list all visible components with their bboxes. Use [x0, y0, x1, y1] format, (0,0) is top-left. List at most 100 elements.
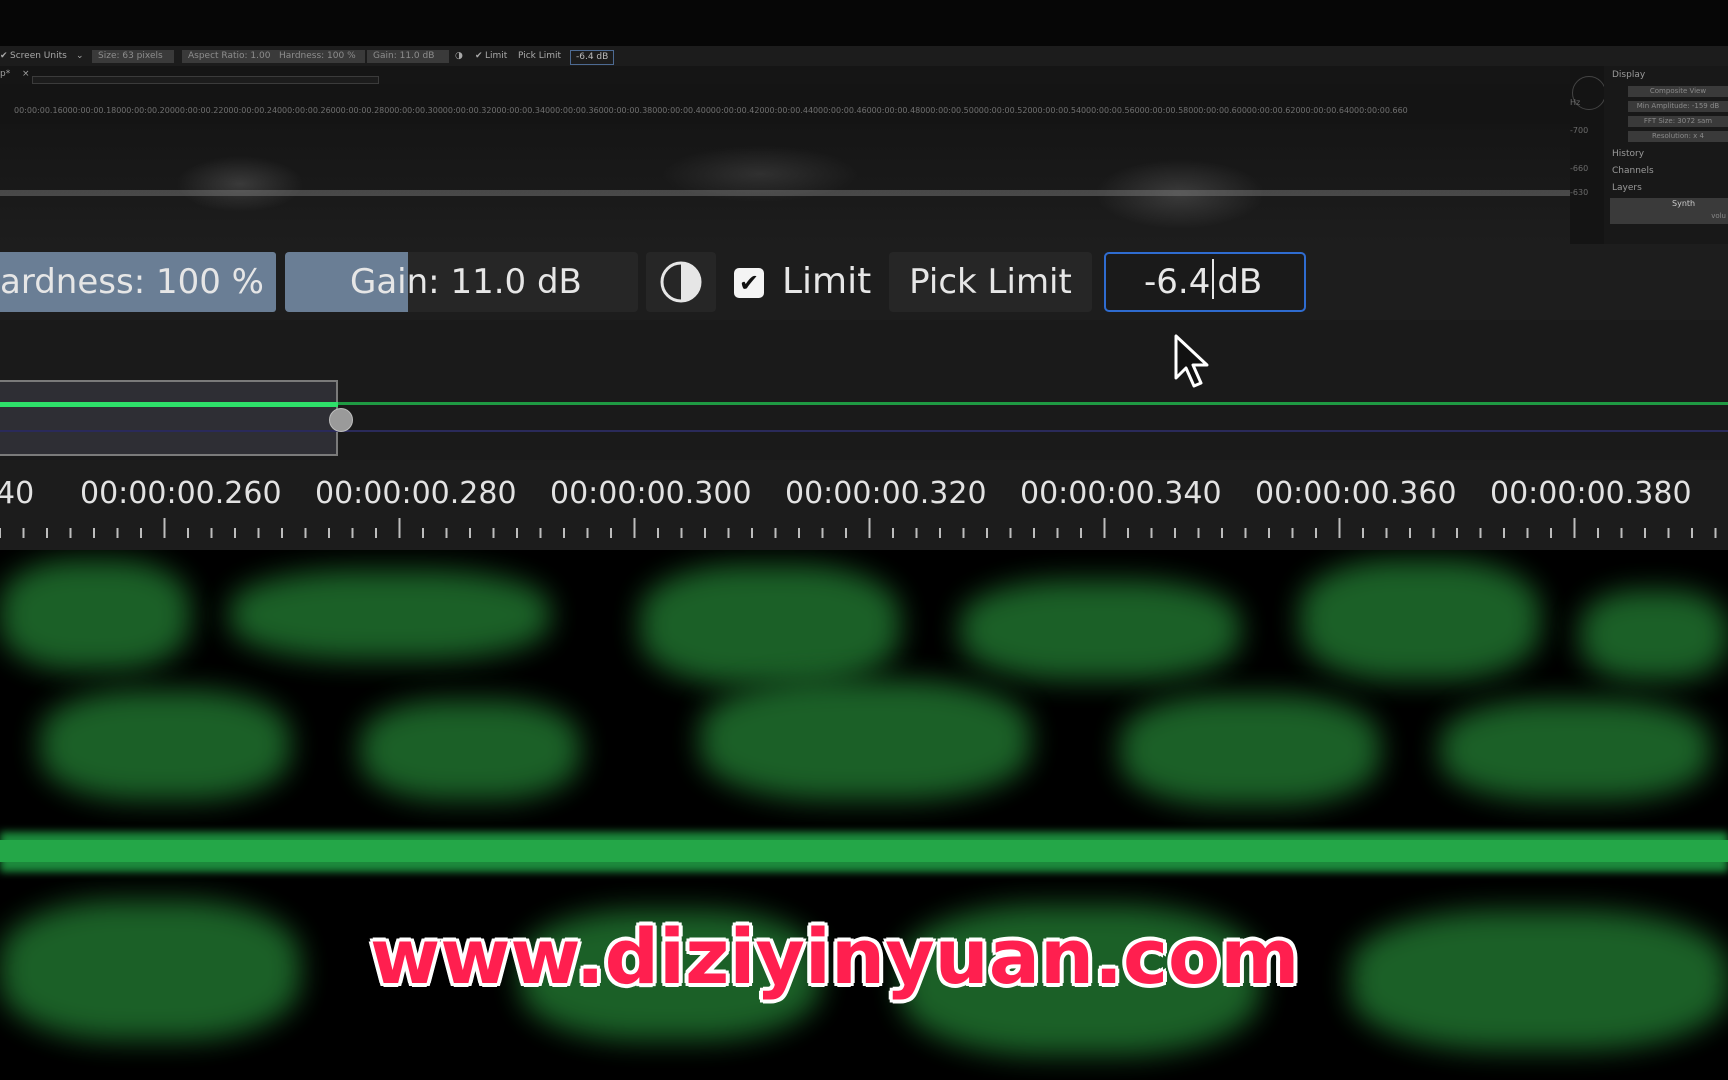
mini-invert-icon[interactable]: ◑	[455, 50, 463, 63]
clip-region[interactable]	[0, 380, 338, 456]
mini-time-label: 00:00:00.400	[657, 106, 711, 115]
mini-pick-limit-button[interactable]: Pick Limit	[518, 50, 561, 63]
mini-time-label: 00:00:00.560	[1086, 106, 1140, 115]
mini-hardness-slider[interactable]: Hardness: 100 %	[273, 50, 365, 63]
mini-screen-units[interactable]: Screen Units	[10, 50, 67, 63]
mini-freq-label: Hz	[1570, 98, 1581, 107]
hardness-slider[interactable]: ardness: 100 %	[0, 252, 276, 312]
mini-time-label: 00:00:00.240	[228, 106, 283, 115]
mini-time-label: 00:00:00.660	[1354, 106, 1408, 115]
spectral-band-core	[0, 840, 1728, 862]
time-label: 40	[0, 476, 35, 511]
limit-checkbox[interactable]: ✔	[734, 268, 764, 298]
clip-fade-handle[interactable]	[329, 408, 353, 432]
mini-time-label: 00:00:00.480	[871, 106, 926, 115]
mini-time-label: 00:00:00.300	[389, 106, 443, 115]
spectral-blob	[1120, 695, 1380, 805]
invert-button[interactable]	[646, 252, 716, 312]
mini-layer-row[interactable]: Synth volu	[1610, 198, 1728, 224]
mini-time-label: 00:00:00.420	[710, 106, 765, 115]
mini-time-label: 00:00:00.160	[14, 106, 68, 115]
mini-min-amplitude[interactable]: Min Amplitude: -159 dB	[1628, 101, 1728, 112]
mini-limit-label: Limit	[485, 51, 508, 61]
mini-aspect-slider[interactable]: Aspect Ratio: 1.00	[182, 50, 276, 63]
mini-time-ruler[interactable]: 00:00:00.160 00:00:00.180 00:00:00.200 00:0…	[0, 104, 1570, 120]
gain-label: Gain: 11.0 dB	[350, 262, 582, 302]
time-label: 00:00:00.260	[80, 476, 282, 511]
mini-time-label: 00:00:00.360	[550, 106, 604, 115]
mini-time-label: 00:00:00.460	[818, 106, 872, 115]
automation-line[interactable]	[338, 402, 1728, 405]
mini-time-label: 00:00:00.340	[496, 106, 551, 115]
mini-tabbar: p* ×	[0, 66, 1570, 84]
pick-limit-button[interactable]: Pick Limit	[889, 252, 1092, 312]
clip-divider-line	[0, 430, 1728, 432]
time-ruler[interactable]: 40 00:00:00.260 00:00:00.280 00:00:00.30…	[0, 460, 1728, 550]
watermark: www.diziyinyuan.com	[370, 912, 1300, 1001]
mini-time-label: 00:00:00.620	[1246, 106, 1301, 115]
mini-screenshot: ✔ Screen Units ⌄ Size: 63 pixels Aspect …	[0, 46, 1728, 244]
mini-layer-volume: volu	[1711, 212, 1726, 220]
limit-value-text: -6.4 dB	[1144, 254, 1262, 310]
time-label: 00:00:00.320	[785, 476, 987, 511]
mini-time-label: 00:00:00.180	[67, 106, 122, 115]
mouse-cursor-icon	[1174, 334, 1209, 388]
text-caret	[1212, 259, 1215, 299]
hardness-label: ardness: 100 %	[0, 262, 264, 302]
mini-time-label: 00:00:00.380	[603, 106, 658, 115]
spectral-blob	[1580, 590, 1728, 680]
mini-channels-header[interactable]: Channels	[1612, 166, 1654, 176]
spectral-blob	[640, 565, 900, 685]
mini-composite-view[interactable]: Composite View	[1628, 86, 1728, 97]
mini-fft-size[interactable]: FFT Size: 3072 sam	[1628, 116, 1728, 127]
time-label: 00:00:00.300	[550, 476, 752, 511]
mini-freq-label: -700	[1570, 126, 1589, 135]
mini-time-label: 00:00:00.640	[1300, 106, 1355, 115]
spectral-blob	[0, 560, 190, 670]
mini-freq-label: -630	[1570, 188, 1589, 197]
automation-line-active[interactable]	[0, 402, 338, 407]
mini-gain-slider[interactable]: Gain: 11.0 dB	[367, 50, 449, 63]
mini-history-header[interactable]: History	[1612, 149, 1644, 159]
mini-layers-header[interactable]: Layers	[1612, 183, 1642, 193]
mini-time-label: 00:00:00.220	[174, 106, 229, 115]
mini-layer-name: Synth	[1672, 199, 1696, 208]
limit-value-field[interactable]: -6.4 dB	[1104, 252, 1306, 312]
mini-tab-label[interactable]: p*	[0, 69, 10, 79]
mini-size-slider[interactable]: Size: 63 pixels	[92, 50, 174, 63]
mini-freq-label: -660	[1570, 164, 1589, 173]
mini-limit-field[interactable]: -6.4 dB	[570, 50, 615, 65]
mini-time-label: 00:00:00.580	[1139, 106, 1194, 115]
spectral-blob	[230, 570, 550, 660]
time-label: 00:00:00.360	[1255, 476, 1457, 511]
mini-time-label: 00:00:00.320	[442, 106, 497, 115]
mini-limit-check-icon[interactable]: ✔	[475, 50, 483, 63]
spectral-blob	[360, 700, 580, 800]
mini-tab-close-icon[interactable]: ×	[22, 69, 30, 79]
limit-label: Limit	[782, 261, 872, 302]
spectral-blob	[40, 690, 290, 800]
time-label: 00:00:00.380	[1490, 476, 1692, 511]
mini-side-panel: Display Composite View Min Amplitude: -1…	[1604, 66, 1728, 244]
mini-toolbar: ✔ Screen Units ⌄ Size: 63 pixels Aspect …	[0, 46, 1728, 66]
spectral-blob	[1440, 700, 1710, 800]
spectral-blob	[0, 900, 300, 1040]
mini-time-label: 00:00:00.520	[978, 106, 1033, 115]
spectral-blob	[960, 580, 1240, 680]
mini-spectral-line	[0, 190, 1570, 196]
mini-time-label: 00:00:00.540	[1032, 106, 1087, 115]
mini-resolution[interactable]: Resolution: x 4	[1628, 131, 1728, 142]
mini-chevron-down-icon[interactable]: ⌄	[76, 50, 84, 63]
time-label: 00:00:00.340	[1020, 476, 1222, 511]
spectral-blob	[1300, 560, 1540, 680]
mini-time-label: 00:00:00.600	[1193, 106, 1247, 115]
mini-frequency-scale: Hz -700 -660 -630	[1568, 98, 1604, 244]
time-label: 00:00:00.280	[315, 476, 517, 511]
half-circle-icon	[660, 261, 702, 303]
mini-time-label: 00:00:00.500	[925, 106, 979, 115]
mini-overview-bar[interactable]	[32, 76, 379, 84]
gain-slider[interactable]: Gain: 11.0 dB	[285, 252, 638, 312]
mini-display-header[interactable]: Display	[1612, 70, 1645, 80]
mini-spectrogram[interactable]	[0, 124, 1570, 244]
spectral-blob	[700, 680, 1030, 800]
